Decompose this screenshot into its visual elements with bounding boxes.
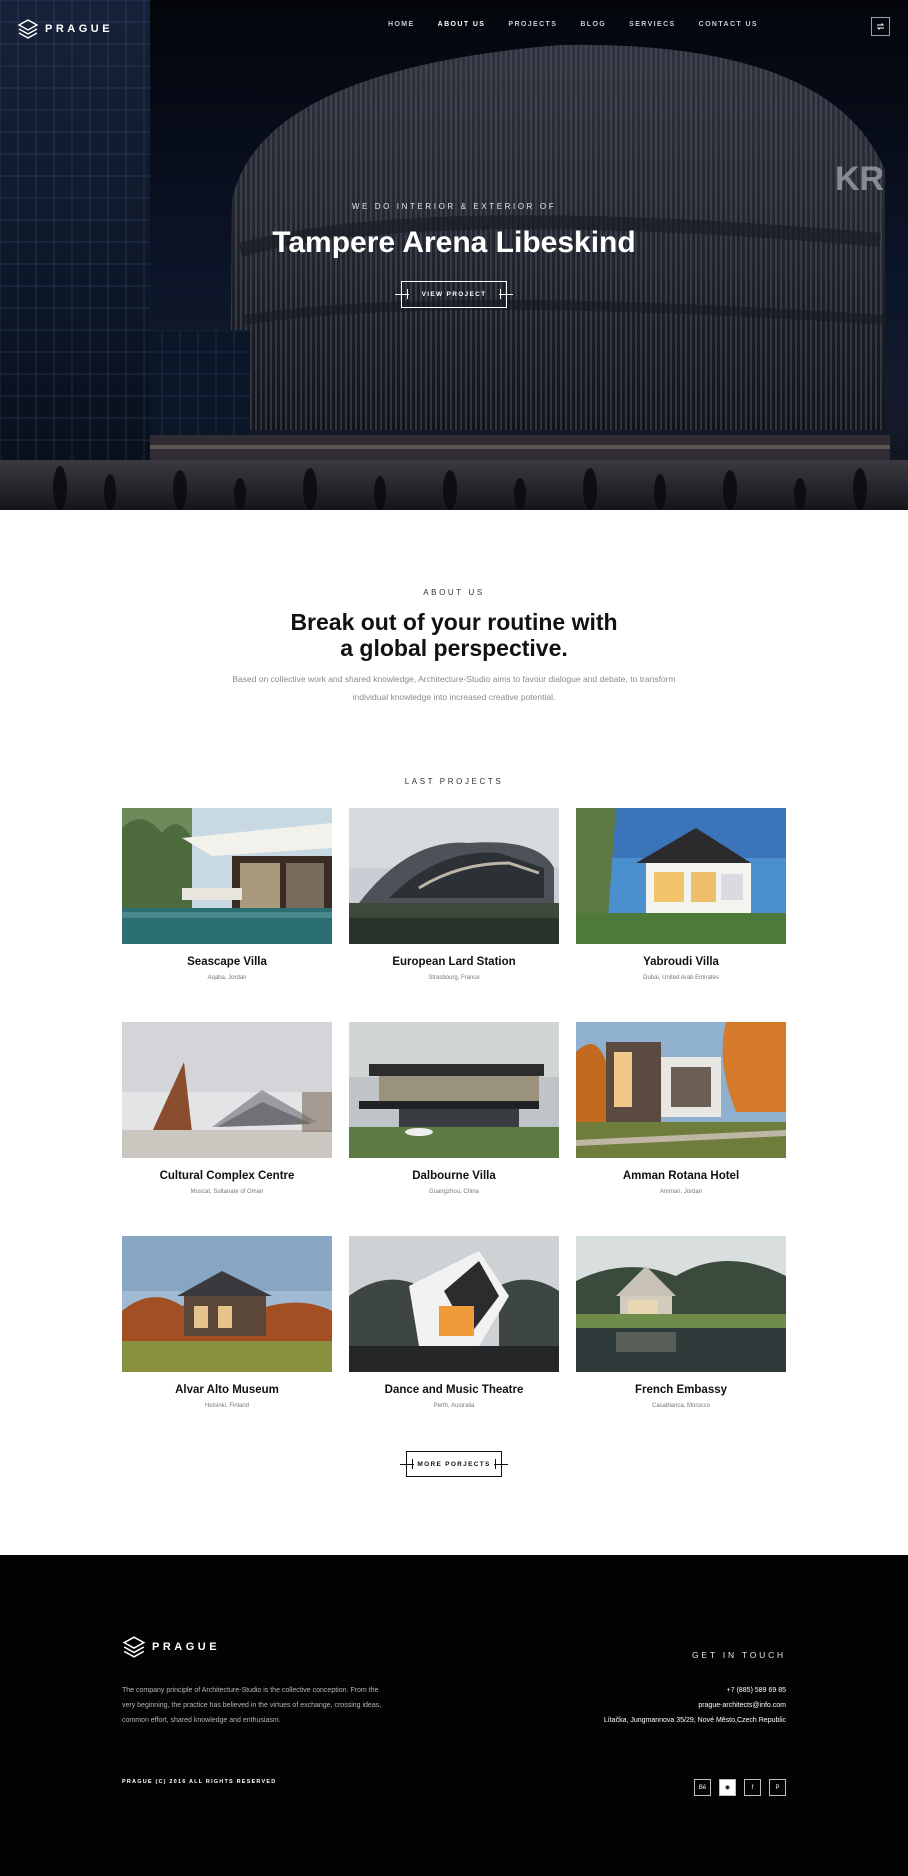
about-label: ABOUT US <box>423 588 485 597</box>
top-navigation: PRAGUE HOME ABOUT US PROJECTS BLOG SERVI… <box>0 0 908 54</box>
project-name: French Embassy <box>634 1384 728 1396</box>
dribbble-icon[interactable]: ◉ <box>719 1779 736 1796</box>
project-name: Yabroudi Villa <box>643 956 719 968</box>
project-name: European Lard Station <box>392 956 516 968</box>
nav-links: HOME ABOUT US PROJECTS BLOG SERVIECS CON… <box>388 21 758 28</box>
project-location: Casablanca, Morocco <box>651 1403 711 1409</box>
project-card[interactable]: Yabroudi Villa Dubai, United Arab Emirat… <box>576 808 786 981</box>
nav-item-services[interactable]: SERVIECS <box>629 21 675 28</box>
facebook-icon[interactable]: f <box>744 1779 761 1796</box>
project-location: Strasbourg, France <box>428 975 480 981</box>
project-card[interactable]: Seascape Villa Aqaba, Jordan <box>122 808 332 981</box>
more-projects-button-wrap: MORE PORJECTS <box>400 1451 508 1477</box>
pinterest-icon[interactable]: P <box>769 1779 786 1796</box>
copyright: PRAGUE (C) 2016 ALL RIGHTS RESERVED <box>122 1779 277 1785</box>
prague-logo-icon <box>122 1636 146 1658</box>
project-location: Dubai, United Arab Emirates <box>643 975 719 981</box>
prague-logo-icon <box>17 19 39 39</box>
about-description: Based on collective work and shared know… <box>232 674 676 702</box>
project-image <box>349 1236 559 1372</box>
project-location: Aqaba, Jordan <box>207 975 247 981</box>
footer-address: Lítačka, Jungmannova 35/29, Nové Město,C… <box>603 1717 786 1724</box>
footer-email[interactable]: prague-architects@info.com <box>604 1698 786 1713</box>
project-card[interactable]: Dalbourne Villa Guangzhou, China <box>349 1022 559 1195</box>
project-location: Amman, Jordan <box>659 1189 703 1195</box>
project-image <box>576 1236 786 1372</box>
project-image <box>122 808 332 944</box>
more-projects-button[interactable]: MORE PORJECTS <box>406 1451 502 1477</box>
hero-section: KR PRAGUE HOME ABOUT US PROJECTS BLOG SE… <box>0 0 908 510</box>
project-location: Guangzhou, China <box>428 1189 480 1195</box>
behance-icon[interactable]: Bē <box>694 1779 711 1796</box>
brand-name: PRAGUE <box>45 23 114 35</box>
project-card[interactable]: Dance and Music Theatre Perth, Australia <box>349 1236 559 1409</box>
project-name: Dalbourne Villa <box>412 1170 496 1182</box>
project-location: Helsinki, Finland <box>204 1403 250 1409</box>
project-card[interactable]: French Embassy Casablanca, Morocco <box>576 1236 786 1409</box>
hero-title: Tampere Arena Libeskind <box>272 226 636 259</box>
brand-logo[interactable]: PRAGUE <box>17 18 113 40</box>
project-name: Alvar Alto Museum <box>175 1384 279 1396</box>
project-location: Muscat, Sultanate of Oman <box>190 1189 264 1195</box>
social-links: Bē ◉ f P <box>694 1779 786 1796</box>
about-title: Break out of your routine with a global … <box>0 609 908 661</box>
projects-label: LAST PROJECTS <box>404 777 504 786</box>
footer-brand-name: PRAGUE <box>152 1641 221 1653</box>
menu-toggle-button[interactable] <box>871 17 890 36</box>
footer-phone[interactable]: +7 (885) 589 69 85 <box>604 1683 786 1698</box>
project-name: Dance and Music Theatre <box>384 1384 524 1396</box>
nav-item-about-us[interactable]: ABOUT US <box>438 21 486 28</box>
view-project-button[interactable]: VIEW PROJECT <box>401 281 507 308</box>
about-title-line-1: Break out of your routine with <box>290 609 618 635</box>
footer-contact: +7 (885) 589 69 85 prague-architects@inf… <box>604 1683 786 1728</box>
project-card[interactable]: Cultural Complex Centre Muscat, Sultanat… <box>122 1022 332 1195</box>
nav-item-blog[interactable]: BLOG <box>580 21 606 28</box>
nav-item-projects[interactable]: PROJECTS <box>508 21 557 28</box>
project-name: Amman Rotana Hotel <box>622 1170 740 1182</box>
project-card[interactable]: Alvar Alto Museum Helsinki, Finland <box>122 1236 332 1409</box>
nav-item-home[interactable]: HOME <box>388 21 415 28</box>
project-image <box>576 808 786 944</box>
project-image <box>349 808 559 944</box>
project-image <box>349 1022 559 1158</box>
view-project-button-wrap: VIEW PROJECT <box>395 281 513 308</box>
nav-item-contact-us[interactable]: CONTACT US <box>699 21 758 28</box>
about-title-line-2: a global perspective. <box>340 635 568 661</box>
project-name: Cultural Complex Centre <box>159 1170 295 1182</box>
project-image <box>576 1022 786 1158</box>
project-image <box>122 1022 332 1158</box>
project-image <box>122 1236 332 1372</box>
get-in-touch-heading: GET IN TOUCH <box>691 1650 786 1660</box>
project-card[interactable]: Amman Rotana Hotel Amman, Jordan <box>576 1022 786 1195</box>
swap-icon <box>876 23 885 30</box>
hero-subtitle: WE DO INTERIOR & EXTERIOR OF <box>351 202 557 211</box>
footer-about-text: The company principle of Architecture-St… <box>122 1687 382 1724</box>
footer-logo[interactable]: PRAGUE <box>122 1635 220 1659</box>
project-name: Seascape Villa <box>187 956 267 968</box>
site-footer: PRAGUE The company principle of Architec… <box>0 1555 908 1876</box>
project-location: Perth, Australia <box>433 1403 475 1409</box>
project-card[interactable]: European Lard Station Strasbourg, France <box>349 808 559 981</box>
